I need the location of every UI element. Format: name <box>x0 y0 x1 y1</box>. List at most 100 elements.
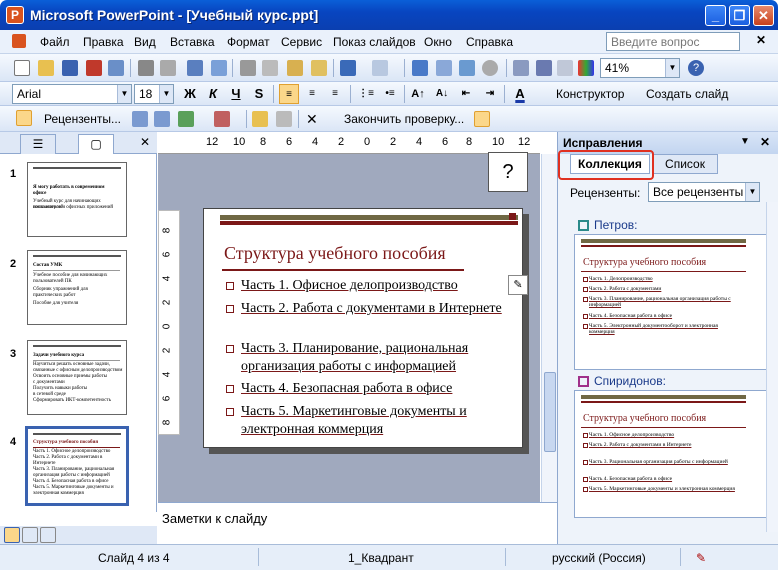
spelling-icon[interactable] <box>187 60 203 76</box>
table-icon[interactable] <box>436 60 452 76</box>
chevron-down-icon[interactable]: ▼ <box>740 136 750 147</box>
tab-outline[interactable]: ☰ <box>20 134 56 154</box>
help-icon[interactable]: ? <box>688 60 704 76</box>
menu-insert[interactable]: Вставка <box>170 35 215 49</box>
bold-button[interactable]: Ж <box>180 84 200 104</box>
reviewers-select[interactable]: Все рецензенты ▼ <box>648 182 760 202</box>
notes-pane[interactable]: Заметки к слайду <box>158 502 557 544</box>
save-icon[interactable] <box>62 60 78 76</box>
menu-format[interactable]: Формат <box>227 35 270 49</box>
menu-edit[interactable]: Правка <box>83 35 124 49</box>
bullets-button[interactable]: •≡ <box>380 84 400 104</box>
thumb-title: Состав УМК <box>33 263 63 268</box>
tables-borders-icon[interactable] <box>459 60 475 76</box>
increase-indent-button[interactable]: ⇥ <box>480 84 500 104</box>
research-icon[interactable] <box>211 60 227 76</box>
menu-slideshow[interactable]: Показ слайдов <box>333 35 416 49</box>
designer-button[interactable]: Конструктор <box>556 87 624 101</box>
tab-slides[interactable]: ▢ <box>78 134 114 154</box>
slide-bullet[interactable]: Часть 2. Работа с документами в Интернет… <box>226 300 506 318</box>
preview-icon[interactable] <box>160 60 176 76</box>
menu-window[interactable]: Окно <box>424 35 452 49</box>
normal-view-icon[interactable] <box>4 527 20 543</box>
new-slide-button[interactable]: Создать слайд <box>646 87 728 101</box>
menu-tools[interactable]: Сервис <box>281 35 322 49</box>
zoom-select[interactable]: 41% ▼ <box>600 58 680 78</box>
slide-thumbnail-3[interactable]: Задачи учебного курса Научиться решать о… <box>27 340 127 415</box>
chart-icon[interactable] <box>412 60 428 76</box>
expand-icon[interactable] <box>513 60 529 76</box>
print-icon[interactable] <box>138 60 154 76</box>
slide-bullet[interactable]: Часть 3. Планирование, рациональная орга… <box>226 340 516 376</box>
underline-button[interactable]: Ч <box>226 84 246 104</box>
italic-button[interactable]: К <box>203 84 223 104</box>
paste-icon[interactable] <box>287 60 303 76</box>
comment-marker-icon[interactable]: ✎ <box>508 275 528 295</box>
align-left-button[interactable]: ≡ <box>279 84 299 104</box>
copy-icon[interactable] <box>262 60 278 76</box>
menu-view[interactable]: Вид <box>134 35 156 49</box>
close-doc-icon[interactable]: ✕ <box>756 33 766 47</box>
slideshow-view-icon[interactable] <box>40 527 56 543</box>
markup-icon[interactable] <box>16 110 32 126</box>
slide-canvas[interactable]: Структура учебного пособия Часть 1. Офис… <box>203 208 523 448</box>
email-icon[interactable] <box>108 60 124 76</box>
unapply-change-icon[interactable] <box>214 111 230 127</box>
scroll-thumb[interactable] <box>544 372 556 452</box>
help-search-input[interactable]: Введите вопрос <box>606 32 740 51</box>
delete-comment-icon[interactable]: ✕ <box>306 111 318 128</box>
permission-icon[interactable] <box>86 60 102 76</box>
cut-icon[interactable] <box>240 60 256 76</box>
tab-list[interactable]: Список <box>652 154 718 174</box>
new-icon[interactable] <box>14 60 30 76</box>
minimize-button[interactable]: _ <box>705 5 726 26</box>
document-icon[interactable] <box>12 34 26 48</box>
vertical-scrollbar[interactable] <box>541 154 557 502</box>
show-formatting-icon[interactable] <box>536 60 552 76</box>
sorter-view-icon[interactable] <box>22 527 38 543</box>
align-right-button[interactable]: ≡ <box>325 84 345 104</box>
reviewer-change-card[interactable]: Структура учебного пособия Часть 1. Офис… <box>574 390 772 518</box>
end-review-button[interactable]: Закончить проверку... <box>344 112 464 126</box>
slide-bullet[interactable]: Часть 5. Маркетинговые документы и элект… <box>226 403 506 439</box>
slide-thumbnail-4[interactable]: Структура учебного пособия Часть 1. Офис… <box>25 426 129 506</box>
decrease-font-button[interactable]: A↓ <box>432 84 452 104</box>
previous-change-icon[interactable] <box>132 111 148 127</box>
font-size-select[interactable]: 18 ▼ <box>134 84 174 104</box>
menu-help[interactable]: Справка <box>466 35 513 49</box>
next-change-icon[interactable] <box>154 111 170 127</box>
reviewing-pane-icon[interactable] <box>474 111 490 127</box>
slide-bullet[interactable]: Часть 1. Офисное делопроизводство <box>226 277 516 295</box>
close-icon[interactable]: ✕ <box>140 135 150 149</box>
close-icon[interactable]: ✕ <box>760 135 770 149</box>
increase-font-button[interactable]: A↑ <box>408 84 428 104</box>
color-grayscale-icon[interactable] <box>578 60 594 76</box>
redo-icon[interactable] <box>372 60 388 76</box>
maximize-button[interactable]: ❐ <box>729 5 750 26</box>
format-painter-icon[interactable] <box>311 60 327 76</box>
open-icon[interactable] <box>38 60 54 76</box>
menu-file[interactable]: Файл <box>40 35 70 49</box>
undo-icon[interactable] <box>340 60 356 76</box>
align-center-button[interactable]: ≡ <box>302 84 322 104</box>
powerpoint-app-icon[interactable]: P <box>6 6 24 24</box>
slide-title[interactable]: Структура учебного пособия <box>224 243 446 264</box>
grid-icon[interactable] <box>557 60 573 76</box>
reviewer-change-card[interactable]: Структура учебного пособия Часть 1. Дело… <box>574 234 772 370</box>
reviewers-button[interactable]: Рецензенты... <box>44 112 121 126</box>
decrease-indent-button[interactable]: ⇤ <box>456 84 476 104</box>
slide-bullet[interactable]: Часть 4. Безопасная работа в офисе <box>226 380 516 398</box>
slide-thumbnail-2[interactable]: Состав УМК Учебное пособие для начинающи… <box>27 250 127 325</box>
font-select[interactable]: Arial ▼ <box>12 84 132 104</box>
shadow-button[interactable]: S <box>249 84 269 104</box>
spelling-status-icon[interactable]: ✎ <box>696 551 706 565</box>
edit-comment-icon[interactable] <box>276 111 292 127</box>
close-button[interactable]: ✕ <box>753 5 774 26</box>
apply-change-icon[interactable] <box>178 111 194 127</box>
hyperlink-icon[interactable] <box>482 60 498 76</box>
slide-thumbnail-1[interactable]: Я могу работать в современном офисе Учеб… <box>27 162 127 237</box>
numbering-button[interactable]: ⋮≡ <box>356 84 376 104</box>
insert-comment-icon[interactable] <box>252 111 268 127</box>
font-color-button[interactable]: A <box>510 84 530 104</box>
task-pane-scrollbar[interactable] <box>766 202 778 532</box>
